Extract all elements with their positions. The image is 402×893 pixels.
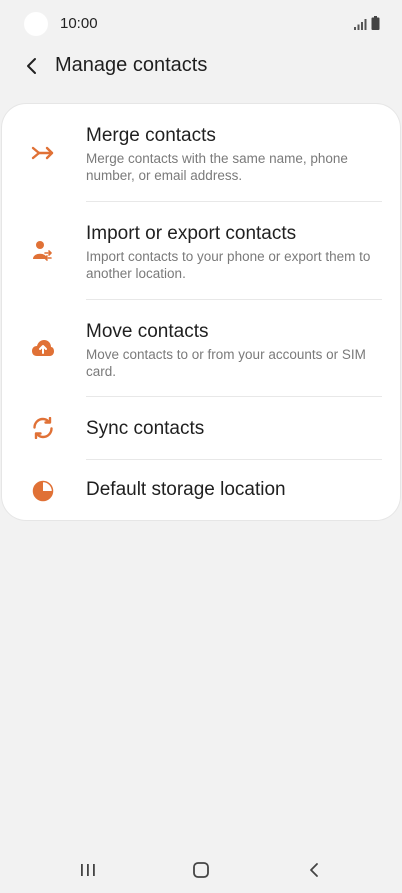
menu-item-default-storage-location[interactable]: Default storage location <box>2 460 400 520</box>
back-icon <box>310 863 318 877</box>
menu-item-description: Merge contacts with the same name, phone… <box>86 151 348 183</box>
status-bar: 10:00 <box>0 0 402 48</box>
sync-icon <box>30 415 56 441</box>
recent-apps-button[interactable] <box>68 858 108 882</box>
signal-icon <box>354 19 367 30</box>
menu-item-description: Import contacts to your phone or export … <box>86 249 371 281</box>
menu-item-move-contacts[interactable]: Move contacts Move contacts to or from y… <box>2 300 400 397</box>
menu-item-title: Merge contacts <box>86 125 216 146</box>
home-icon <box>193 862 209 878</box>
storage-icon <box>30 478 56 504</box>
home-button[interactable] <box>181 858 221 882</box>
app-header: Manage contacts <box>0 48 402 86</box>
chevron-left-icon <box>27 58 36 74</box>
menu-item-title: Default storage location <box>86 479 286 500</box>
settings-card: Merge contacts Merge contacts with the s… <box>2 104 400 520</box>
recent-apps-icon <box>81 864 95 876</box>
nav-back-button[interactable] <box>294 858 334 882</box>
menu-item-title: Sync contacts <box>86 418 205 439</box>
status-icons <box>354 16 380 30</box>
menu-item-merge-contacts[interactable]: Merge contacts Merge contacts with the s… <box>2 104 400 202</box>
menu-item-sync-contacts[interactable]: Sync contacts <box>2 397 400 459</box>
camera-cutout <box>24 12 48 36</box>
status-time: 10:00 <box>60 15 98 32</box>
page-title: Manage contacts <box>55 54 208 76</box>
cloud-upload-icon <box>30 335 56 361</box>
menu-item-title: Move contacts <box>86 321 209 342</box>
merge-icon <box>30 140 56 166</box>
menu-item-description: Move contacts to or from your accounts o… <box>86 347 366 379</box>
menu-item-title: Import or export contacts <box>86 223 297 244</box>
import-export-icon <box>30 238 56 264</box>
menu-item-import-export-contacts[interactable]: Import or export contacts Import contact… <box>2 202 400 300</box>
battery-icon <box>371 16 380 30</box>
back-button[interactable] <box>18 52 46 80</box>
navigation-bar <box>0 850 402 893</box>
